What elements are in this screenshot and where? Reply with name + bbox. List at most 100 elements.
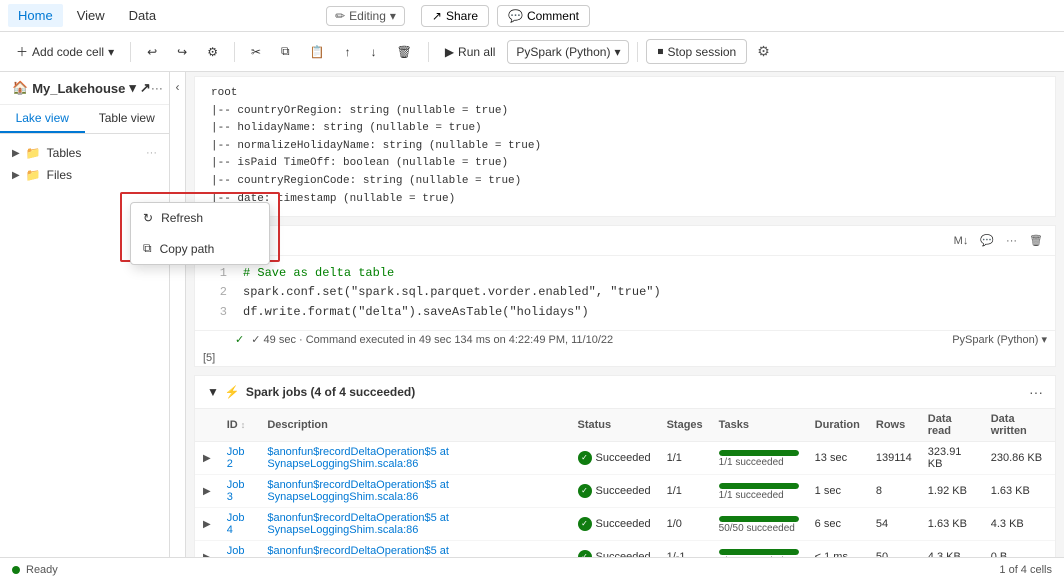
move-down-button[interactable]: ↓ bbox=[363, 41, 385, 63]
more-options-icon[interactable]: ··· bbox=[151, 81, 163, 95]
row-status: ✓ Succeeded bbox=[570, 540, 659, 557]
spark-jobs-more[interactable]: ··· bbox=[1029, 384, 1043, 400]
toolbar-settings-button[interactable]: ⚙ bbox=[751, 39, 776, 64]
editing-badge[interactable]: ✏ Editing ▾ bbox=[326, 6, 405, 26]
row-id: Job 5 bbox=[219, 540, 260, 557]
delete-button[interactable]: 🗑 bbox=[389, 41, 420, 63]
sidebar-header: 🏠 My_Lakehouse ▾ ↗ ··· bbox=[0, 72, 169, 105]
schema-line-6: |-- date: timestamp (nullable = true) bbox=[211, 191, 1039, 209]
col-status[interactable]: Status bbox=[570, 409, 659, 442]
cell-more-btn[interactable]: ··· bbox=[1002, 232, 1021, 249]
sidebar-item-tables[interactable]: ▶ 📁 Tables ··· bbox=[4, 142, 165, 164]
table-row: ▶ Job 4 $anonfun$recordDeltaOperation$5 … bbox=[195, 507, 1055, 540]
sep3 bbox=[428, 42, 429, 62]
sidebar-title[interactable]: 🏠 My_Lakehouse ▾ ↗ bbox=[12, 80, 151, 96]
table-row: ▶ Job 3 $anonfun$recordDeltaOperation$5 … bbox=[195, 474, 1055, 507]
col-stages[interactable]: Stages bbox=[659, 409, 711, 442]
spark-jobs: ▼ ⚡ Spark jobs (4 of 4 succeeded) ··· ID… bbox=[194, 375, 1056, 557]
row-expand[interactable]: ▶ bbox=[195, 540, 219, 557]
table-row: ▶ Job 2 $anonfun$recordDeltaOperation$5 … bbox=[195, 441, 1055, 474]
cell-id-row: [5] bbox=[195, 350, 1055, 366]
sidebar-collapse-arrow[interactable]: ‹ bbox=[170, 72, 186, 557]
cell-5-toolbar: ▶ ▾ M↓ 💬 ··· 🗑 bbox=[195, 226, 1055, 256]
cell-markdown-btn[interactable]: M↓ bbox=[950, 232, 973, 249]
col-id[interactable]: ID ↕ bbox=[219, 409, 260, 442]
row-rows: 8 bbox=[868, 474, 920, 507]
share-button[interactable]: ↗ Share bbox=[421, 5, 489, 27]
move-up-icon: ↑ bbox=[345, 45, 351, 59]
add-code-cell-button[interactable]: ＋ Add code cell ▾ bbox=[8, 39, 122, 64]
tables-icon: 📁 bbox=[26, 146, 41, 160]
row-tasks: 1/1 succeeded bbox=[711, 474, 807, 507]
share-icon: ↗ bbox=[432, 9, 442, 23]
run-button[interactable]: ▶ Run all bbox=[437, 41, 504, 63]
nav-home[interactable]: Home bbox=[8, 4, 63, 27]
external-link-icon: ↗ bbox=[140, 80, 151, 96]
sidebar-item-files[interactable]: ▶ 📁 Files bbox=[4, 164, 165, 186]
row-stages: 1/1 bbox=[659, 474, 711, 507]
cell-comment-btn[interactable]: 💬 bbox=[976, 232, 998, 249]
row-description[interactable]: $anonfun$recordDeltaOperation$5 at Synap… bbox=[259, 507, 569, 540]
row-id: Job 4 bbox=[219, 507, 260, 540]
cell-line-3: 3 df.write.format("delta").saveAsTable("… bbox=[211, 303, 1039, 322]
check-icon: ✓ bbox=[235, 334, 244, 346]
row-expand[interactable]: ▶ bbox=[195, 507, 219, 540]
sep4 bbox=[637, 42, 638, 62]
undo-button[interactable]: ↩ bbox=[139, 41, 165, 63]
col-tasks[interactable]: Tasks bbox=[711, 409, 807, 442]
row-description[interactable]: $anonfun$recordDeltaOperation$5 at Synap… bbox=[259, 441, 569, 474]
row-expand[interactable]: ▶ bbox=[195, 441, 219, 474]
copy-icon: ⧉ bbox=[281, 44, 290, 59]
row-data-written: 230.86 KB bbox=[983, 441, 1055, 474]
col-data-written[interactable]: Data written bbox=[983, 409, 1055, 442]
tab-table-view[interactable]: Table view bbox=[85, 105, 170, 133]
row-data-read: 1.63 KB bbox=[920, 507, 983, 540]
redo-button[interactable]: ↪ bbox=[169, 41, 195, 63]
cell-status: ✓ ✓ 49 sec · Command executed in 49 sec … bbox=[235, 333, 613, 346]
col-rows[interactable]: Rows bbox=[868, 409, 920, 442]
context-menu: ↻ Refresh ⧉ Copy path bbox=[130, 202, 270, 265]
chevron-down-icon: ▾ bbox=[614, 45, 620, 59]
run-icon: ▶ bbox=[445, 45, 454, 59]
row-expand[interactable]: ▶ bbox=[195, 474, 219, 507]
context-menu-copy-path[interactable]: ⧉ Copy path bbox=[131, 233, 269, 264]
settings-icon: ⚙ bbox=[207, 45, 218, 59]
collapse-icon[interactable]: ▼ bbox=[207, 385, 219, 399]
col-duration[interactable]: Duration bbox=[807, 409, 868, 442]
copy-button[interactable]: ⧉ bbox=[273, 40, 298, 63]
sep1 bbox=[130, 42, 131, 62]
row-description[interactable]: $anonfun$recordDeltaOperation$5 at Synap… bbox=[259, 474, 569, 507]
delete-icon: 🗑 bbox=[397, 45, 412, 59]
paste-icon: 📋 bbox=[310, 45, 325, 59]
row-rows: 139114 bbox=[868, 441, 920, 474]
cell-5-footer: ✓ ✓ 49 sec · Command executed in 49 sec … bbox=[195, 330, 1055, 350]
move-up-button[interactable]: ↑ bbox=[337, 41, 359, 63]
stop-session-button[interactable]: ⏹ Stop session bbox=[646, 39, 747, 64]
paste-button[interactable]: 📋 bbox=[302, 41, 333, 63]
col-description[interactable]: Description bbox=[259, 409, 569, 442]
toolbar: ＋ Add code cell ▾ ↩ ↪ ⚙ ✂ ⧉ 📋 ↑ ↓ 🗑 ▶ Ru… bbox=[0, 32, 1064, 72]
tables-more[interactable]: ··· bbox=[146, 147, 157, 159]
cut-button[interactable]: ✂ bbox=[243, 41, 269, 63]
files-icon: 📁 bbox=[26, 168, 41, 182]
status-ready-label: Ready bbox=[26, 564, 58, 576]
settings-icon-button[interactable]: ⚙ bbox=[199, 41, 226, 63]
row-tasks: 1/1 succeeded bbox=[711, 441, 807, 474]
tab-lake-view[interactable]: Lake view bbox=[0, 105, 85, 133]
row-data-read: 323.91 KB bbox=[920, 441, 983, 474]
context-menu-refresh[interactable]: ↻ Refresh bbox=[131, 203, 269, 233]
nav-view[interactable]: View bbox=[67, 4, 115, 27]
cell-delete-btn[interactable]: 🗑 bbox=[1025, 232, 1047, 249]
main-layout: 🏠 My_Lakehouse ▾ ↗ ··· Lake view Table v… bbox=[0, 72, 1064, 557]
kernel-select[interactable]: PySpark (Python) ▾ bbox=[507, 40, 629, 64]
row-id: Job 3 bbox=[219, 474, 260, 507]
spark-jobs-header: ▼ ⚡ Spark jobs (4 of 4 succeeded) ··· bbox=[195, 376, 1055, 409]
status-bar: Ready 1 of 4 cells bbox=[0, 557, 1064, 581]
stop-icon: ⏹ bbox=[657, 44, 663, 59]
row-description[interactable]: $anonfun$recordDeltaOperation$5 at Synap… bbox=[259, 540, 569, 557]
col-data-read[interactable]: Data read bbox=[920, 409, 983, 442]
row-stages: 1/-1 bbox=[659, 540, 711, 557]
status-dot: ✓ bbox=[578, 550, 592, 557]
comment-button[interactable]: 💬 Comment bbox=[497, 5, 590, 27]
nav-data[interactable]: Data bbox=[119, 4, 166, 27]
